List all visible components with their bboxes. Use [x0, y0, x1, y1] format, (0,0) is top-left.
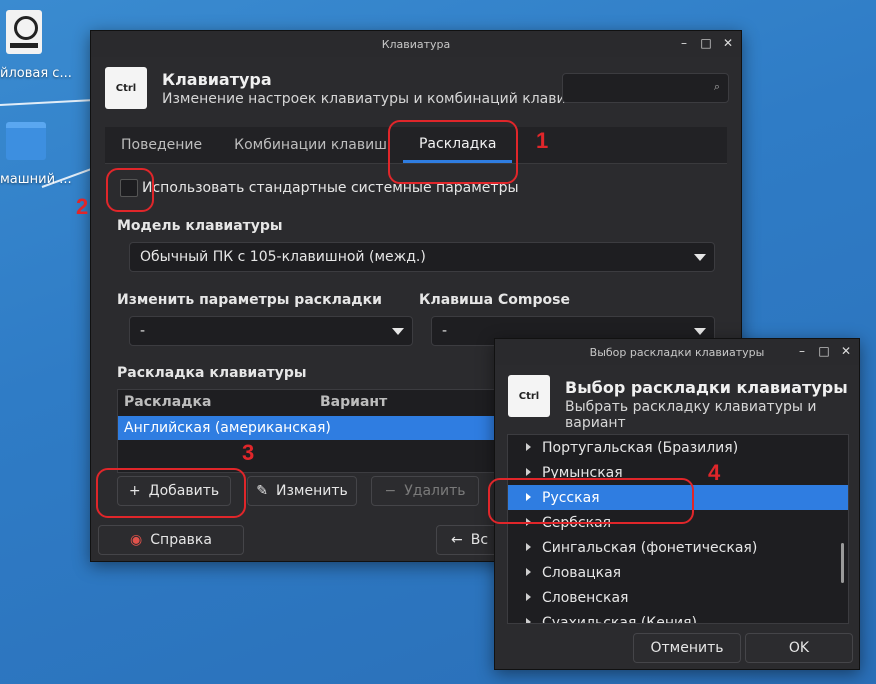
dialog-header-title: Выбор раскладки клавиатуры: [565, 378, 848, 397]
chevron-down-icon: [694, 328, 706, 335]
expand-arrow-icon: [526, 593, 531, 601]
expand-arrow-icon: [526, 543, 531, 551]
column-header-variant[interactable]: Вариант: [320, 390, 387, 414]
layout-section-label: Раскладка клавиатуры: [117, 365, 307, 381]
keyboard-model-value: Обычный ПК с 105-клавишной (межд.): [140, 249, 426, 265]
header-title: Клавиатура: [162, 70, 272, 89]
maximize-icon[interactable]: □: [817, 344, 831, 358]
lifebuoy-icon: ◉: [130, 532, 143, 548]
chevron-down-icon: [694, 254, 706, 261]
list-item[interactable]: Суахильская (Кения): [508, 610, 848, 624]
minimize-icon[interactable]: –: [795, 344, 809, 358]
edit-button[interactable]: ✎ Изменить: [247, 476, 357, 506]
column-header-layout[interactable]: Раскладка: [124, 390, 211, 414]
layout-options-value: -: [140, 323, 146, 339]
minus-icon: −: [384, 483, 397, 499]
keyboard-model-label: Модель клавиатуры: [117, 218, 283, 234]
help-button[interactable]: ◉ Справка: [98, 525, 244, 555]
close-button[interactable]: ← Вс: [436, 525, 500, 555]
edit-button-label: Изменить: [275, 483, 348, 499]
tab-behavior[interactable]: Поведение: [105, 127, 218, 163]
list-item-label: Словенская: [542, 589, 629, 606]
annotation-circle-2: [106, 168, 154, 212]
expand-arrow-icon: [526, 468, 531, 476]
back-arrow-icon: ←: [451, 532, 463, 548]
list-item[interactable]: Сингальская (фонетическая): [508, 535, 848, 560]
keyboard-ctrl-icon: Ctrl: [508, 375, 550, 417]
table-row[interactable]: Английская (американская): [118, 416, 518, 440]
list-item-label: Сингальская (фонетическая): [542, 539, 758, 556]
header-subtitle: Изменение настроек клавиатуры и комбинац…: [162, 91, 579, 107]
table-row-label: Английская (американская): [124, 420, 331, 436]
expand-arrow-icon: [526, 568, 531, 576]
annotation-number-4: 4: [708, 460, 721, 485]
home-folder-icon[interactable]: [6, 122, 46, 160]
layout-list: Португальская (Бразилия) Румынская Русск…: [507, 434, 849, 624]
drive-icon[interactable]: [6, 10, 42, 54]
pencil-icon: ✎: [256, 483, 268, 499]
scrollbar-thumb[interactable]: [841, 543, 844, 583]
annotation-number-2: 2: [76, 194, 89, 219]
expand-arrow-icon: [526, 443, 531, 451]
desktop-label-files[interactable]: йловая с...: [0, 66, 72, 81]
tab-shortcuts[interactable]: Комбинации клавиш: [218, 127, 403, 163]
list-item[interactable]: Португальская (Бразилия): [508, 435, 848, 460]
annotation-number-3: 3: [242, 440, 255, 465]
annotation-circle-1: [388, 120, 518, 184]
search-icon: ⌕: [713, 80, 720, 93]
close-button-label: Вс: [470, 532, 489, 548]
ok-button[interactable]: OK: [745, 633, 853, 663]
keyboard-model-select[interactable]: Обычный ПК с 105-клавишной (межд.): [129, 242, 715, 272]
close-icon[interactable]: ✕: [839, 344, 853, 358]
remove-button[interactable]: − Удалить: [371, 476, 479, 506]
decor-line: [0, 99, 95, 106]
keyboard-ctrl-icon: Ctrl: [105, 67, 147, 109]
list-item-label: Словацкая: [542, 564, 622, 581]
list-item-label: Суахильская (Кения): [542, 614, 697, 624]
list-item[interactable]: Словенская: [508, 585, 848, 610]
dialog-header-subtitle: Выбрать раскладку клавиатуры и вариант: [565, 399, 817, 431]
cancel-button-label: Отменить: [650, 640, 724, 656]
remove-button-label: Удалить: [404, 483, 466, 499]
window-title: Клавиатура: [381, 37, 451, 51]
chevron-down-icon: [392, 328, 404, 335]
help-button-label: Справка: [150, 532, 212, 548]
compose-key-value: -: [442, 323, 448, 339]
maximize-icon[interactable]: □: [699, 36, 713, 50]
minimize-icon[interactable]: –: [677, 36, 691, 50]
layout-options-label: Изменить параметры раскладки: [117, 292, 382, 308]
dialog-titlebar: Выбор раскладки клавиатуры – □ ✕: [495, 339, 859, 365]
layout-table: Раскладка Вариант Английская (американск…: [117, 389, 519, 473]
list-item[interactable]: Словацкая: [508, 560, 848, 585]
dialog-title: Выбор раскладки клавиатуры: [589, 345, 765, 359]
titlebar: Клавиатура – □ ✕: [91, 31, 741, 57]
cancel-button[interactable]: Отменить: [633, 633, 741, 663]
annotation-number-1: 1: [536, 128, 549, 153]
annotation-circle-4: [488, 478, 694, 524]
search-input[interactable]: ⌕: [562, 73, 729, 103]
list-item-label: Португальская (Бразилия): [542, 439, 739, 456]
annotation-circle-3: [96, 468, 246, 518]
layout-options-select[interactable]: -: [129, 316, 413, 346]
compose-key-label: Клавиша Compose: [419, 292, 570, 308]
expand-arrow-icon: [526, 618, 531, 623]
close-icon[interactable]: ✕: [721, 36, 735, 50]
ok-button-label: OK: [788, 640, 810, 656]
